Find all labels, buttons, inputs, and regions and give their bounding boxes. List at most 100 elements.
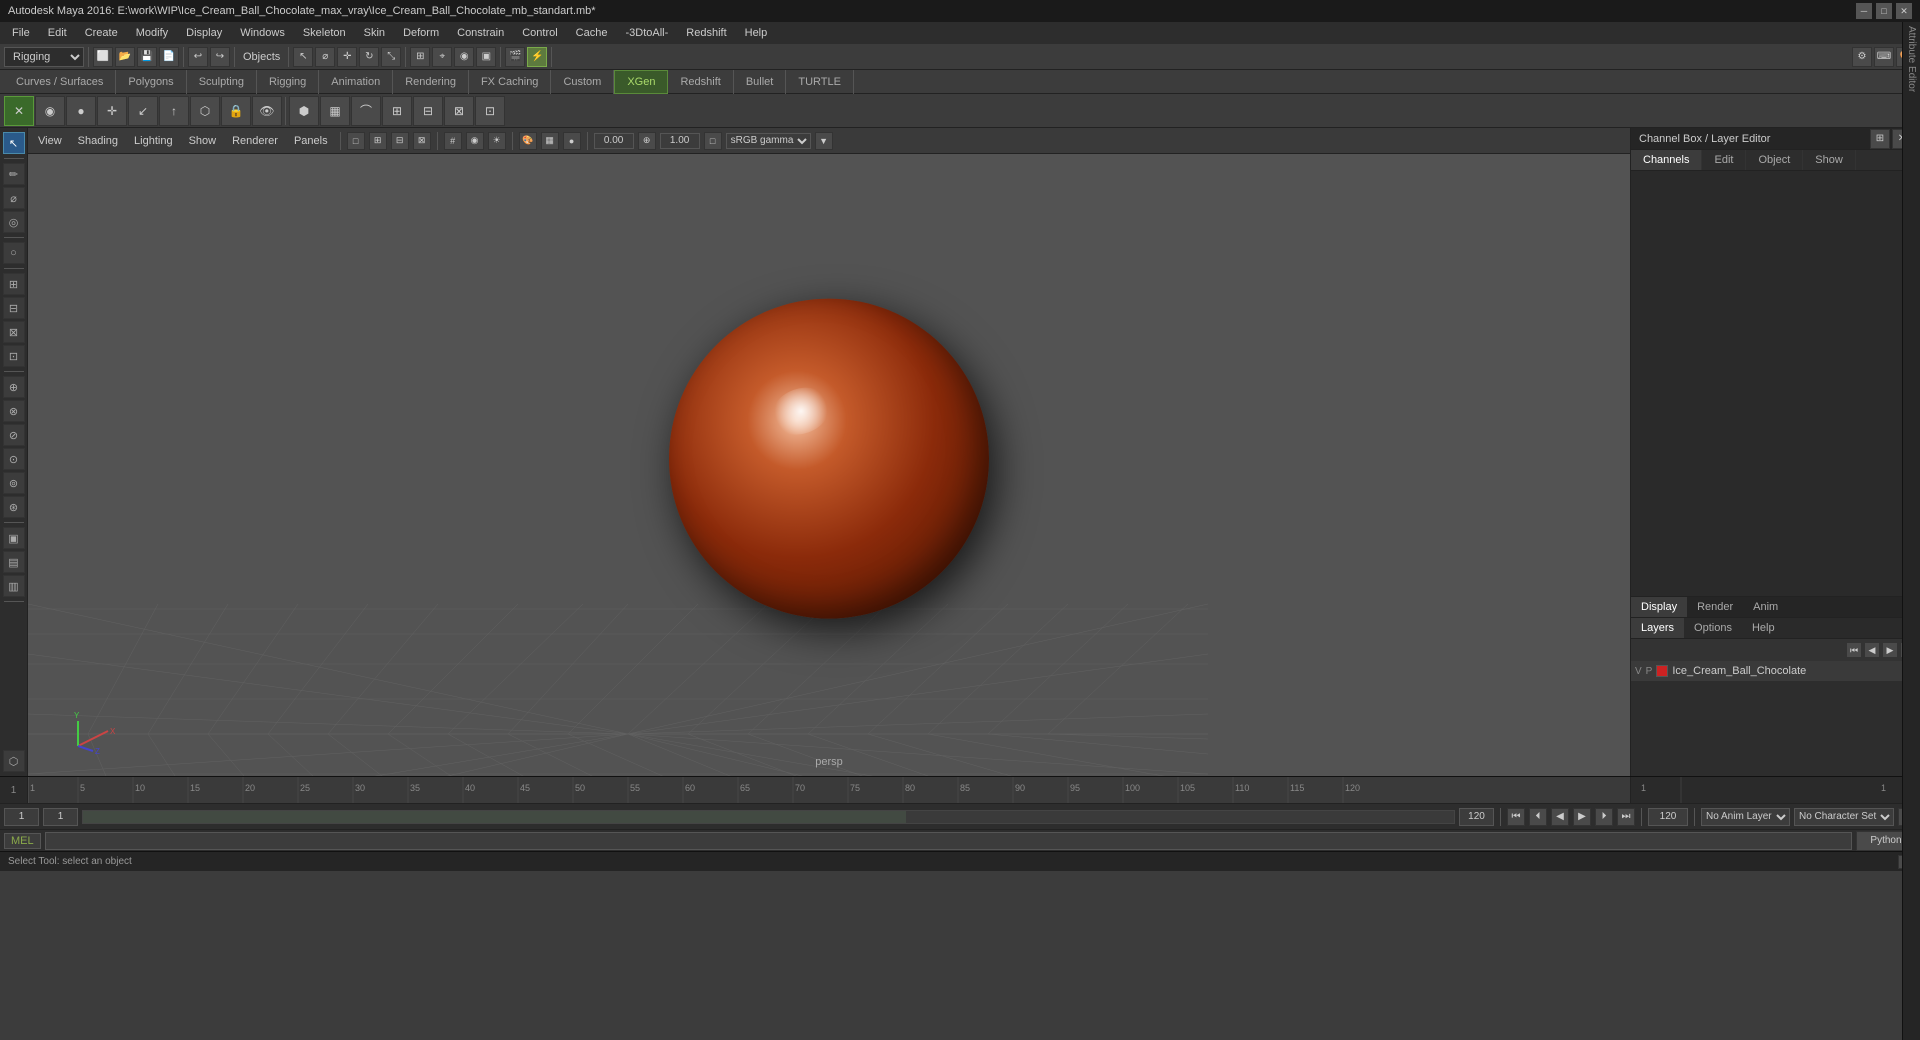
tab-curves-surfaces[interactable]: Curves / Surfaces	[4, 70, 116, 94]
shading-menu[interactable]: Shading	[72, 133, 124, 149]
panel-float-btn[interactable]: ⊞	[1870, 129, 1890, 149]
range-start-input[interactable]	[43, 808, 78, 826]
tab-animation[interactable]: Animation	[319, 70, 393, 94]
help-tab[interactable]: Help	[1742, 618, 1785, 638]
tab-bullet[interactable]: Bullet	[734, 70, 787, 94]
play-back-btn[interactable]: ◀	[1551, 808, 1569, 826]
vp-cam-btn[interactable]: ◉	[466, 132, 484, 150]
layer-nav-prev[interactable]: ◀	[1864, 642, 1880, 658]
menu-constrain[interactable]: Constrain	[449, 25, 512, 41]
group3-btn3[interactable]: ▥	[3, 575, 25, 597]
play-back-step-btn[interactable]: ⏴	[1529, 808, 1547, 826]
lighting-menu[interactable]: Lighting	[128, 133, 179, 149]
select-tool-left[interactable]: ↖	[3, 132, 25, 154]
shelf-move-icon[interactable]: ✛	[97, 96, 127, 126]
gamma-input[interactable]	[660, 133, 700, 149]
shelf-up-icon[interactable]: ↑	[159, 96, 189, 126]
lasso-tool-btn[interactable]: ⌀	[315, 47, 335, 67]
script-input[interactable]	[45, 832, 1852, 850]
tab-rigging[interactable]: Rigging	[257, 70, 319, 94]
layer-row[interactable]: V P Ice_Cream_Ball_Chocolate	[1631, 661, 1920, 681]
vp-tool5[interactable]: ⊕	[638, 132, 656, 150]
menu-create[interactable]: Create	[77, 25, 126, 41]
vp-light-btn[interactable]: ☀	[488, 132, 506, 150]
tab-custom[interactable]: Custom	[551, 70, 614, 94]
channels-tab[interactable]: Channels	[1631, 150, 1702, 170]
new-scene-btn[interactable]: ⬜	[93, 47, 113, 67]
tab-redshift[interactable]: Redshift	[668, 70, 733, 94]
layer-nav-start[interactable]: ⏮	[1846, 642, 1862, 658]
menu-display[interactable]: Display	[178, 25, 230, 41]
circle-icon-left[interactable]: ○	[3, 242, 25, 264]
timeline-ruler[interactable]: 1 5 10 15 20 25 30 35 40 45 50	[28, 777, 1630, 803]
menu-redshift[interactable]: Redshift	[678, 25, 734, 41]
vp-tool1[interactable]: □	[347, 132, 365, 150]
menu-deform[interactable]: Deform	[395, 25, 447, 41]
group1-btn3[interactable]: ⊠	[3, 321, 25, 343]
anim-end-input[interactable]	[1648, 808, 1688, 826]
shelf-xgen3-icon[interactable]: ⊠	[444, 96, 474, 126]
close-button[interactable]: ✕	[1896, 3, 1912, 19]
shelf-visibility-icon[interactable]: 👁	[252, 96, 282, 126]
menu-cache[interactable]: Cache	[568, 25, 616, 41]
group1-btn4[interactable]: ⊡	[3, 345, 25, 367]
mel-label[interactable]: MEL	[4, 833, 41, 849]
vp-tool2[interactable]: ⊞	[369, 132, 387, 150]
shelf-camera-icon[interactable]: ◉	[35, 96, 65, 126]
shelf-sphere-icon[interactable]: ●	[66, 96, 96, 126]
menu-file[interactable]: File	[4, 25, 38, 41]
menu-modify[interactable]: Modify	[128, 25, 176, 41]
vp-color-btn[interactable]: 🎨	[519, 132, 537, 150]
group3-btn2[interactable]: ▤	[3, 551, 25, 573]
shelf-lock-icon[interactable]: 🔒	[221, 96, 251, 126]
rotate-tool-btn[interactable]: ↻	[359, 47, 379, 67]
undo-btn[interactable]: ↩	[188, 47, 208, 67]
menu-3dtoa[interactable]: -3DtoAll-	[617, 25, 676, 41]
save-as-btn[interactable]: 📄	[159, 47, 179, 67]
exposure-input[interactable]	[594, 133, 634, 149]
settings-btn[interactable]: ⚙	[1852, 47, 1872, 67]
group2-btn3[interactable]: ⊘	[3, 424, 25, 446]
tab-polygons[interactable]: Polygons	[116, 70, 186, 94]
viewport-canvas[interactable]: persp X Y Z	[28, 154, 1630, 776]
soft-select-left[interactable]: ◎	[3, 211, 25, 233]
ipr-render-btn[interactable]: ⚡	[527, 47, 547, 67]
current-frame-input[interactable]	[4, 808, 39, 826]
show-tab[interactable]: Show	[1803, 150, 1856, 170]
chocolate-ball-sphere[interactable]	[669, 299, 989, 619]
group3-btn1[interactable]: ▣	[3, 527, 25, 549]
render-tab[interactable]: Render	[1687, 597, 1743, 617]
tab-rendering[interactable]: Rendering	[393, 70, 469, 94]
display-tab[interactable]: Display	[1631, 597, 1687, 617]
vp-tool4[interactable]: ⊠	[413, 132, 431, 150]
renderer-menu[interactable]: Renderer	[226, 133, 284, 149]
scale-tool-btn[interactable]: ⤡	[381, 47, 401, 67]
play-end-btn[interactable]: ⏭	[1617, 808, 1635, 826]
snap-grid-btn[interactable]: ⊞	[410, 47, 430, 67]
minimize-button[interactable]: ─	[1856, 3, 1872, 19]
layers-tab[interactable]: Layers	[1631, 618, 1684, 638]
options-tab[interactable]: Options	[1684, 618, 1742, 638]
group2-btn5[interactable]: ⊚	[3, 472, 25, 494]
play-fwd-step-btn[interactable]: ⏵	[1595, 808, 1613, 826]
shelf-object-icon[interactable]: ⬡	[190, 96, 220, 126]
shelf-xgen2-icon[interactable]: ⊟	[413, 96, 443, 126]
menu-edit[interactable]: Edit	[40, 25, 75, 41]
open-scene-btn[interactable]: 📂	[115, 47, 135, 67]
show-menu[interactable]: Show	[183, 133, 223, 149]
view-menu[interactable]: View	[32, 133, 68, 149]
anim-tab[interactable]: Anim	[1743, 597, 1788, 617]
menu-skeleton[interactable]: Skeleton	[295, 25, 354, 41]
vp-tool3[interactable]: ⊟	[391, 132, 409, 150]
colorspace-select[interactable]: sRGB gamma	[726, 133, 811, 149]
sculpt-tool-left[interactable]: ⌀	[3, 187, 25, 209]
range-end-input[interactable]	[1459, 808, 1494, 826]
object-tab[interactable]: Object	[1746, 150, 1803, 170]
tab-xgen[interactable]: XGen	[614, 70, 668, 94]
vp-smooth-btn[interactable]: ●	[563, 132, 581, 150]
move-tool-btn[interactable]: ✛	[337, 47, 357, 67]
shelf-select-icon[interactable]: ✕	[4, 96, 34, 126]
menu-help[interactable]: Help	[737, 25, 776, 41]
bottom-btn[interactable]: ⬡	[3, 750, 25, 772]
paint-tool-left[interactable]: ✏	[3, 163, 25, 185]
